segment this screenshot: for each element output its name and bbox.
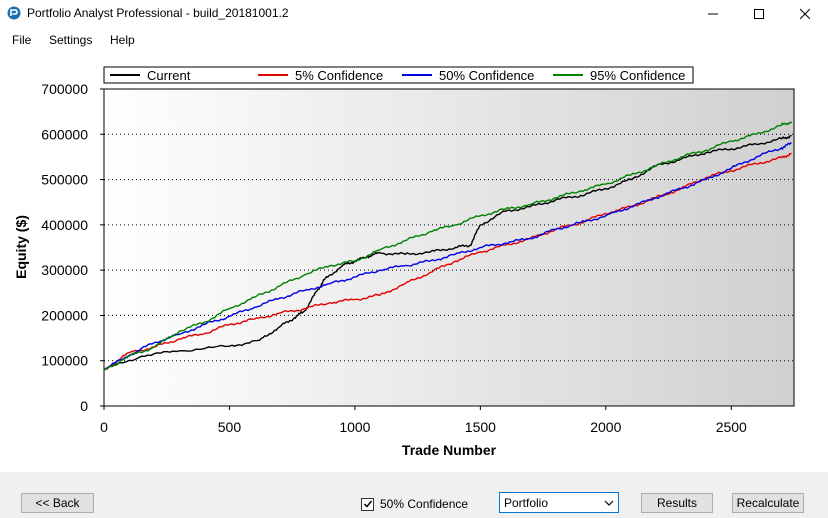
- y-tick-label: 200000: [41, 307, 88, 323]
- y-tick-label: 500000: [41, 172, 88, 188]
- results-button[interactable]: Results: [641, 493, 713, 513]
- minimize-button[interactable]: [690, 0, 736, 27]
- maximize-icon: [754, 8, 764, 19]
- y-tick-label: 0: [80, 398, 88, 414]
- y-tick-label: 400000: [41, 217, 88, 233]
- minimize-icon: [708, 13, 718, 14]
- y-tick-label: 300000: [41, 262, 88, 278]
- y-tick-label: 100000: [41, 353, 88, 369]
- portfolio-dropdown[interactable]: Portfolio: [499, 492, 619, 513]
- chevron-down-icon: [604, 500, 614, 506]
- maximize-button[interactable]: [736, 0, 782, 27]
- x-tick-label: 1000: [339, 419, 370, 435]
- title-bar: Portfolio Analyst Professional - build_2…: [0, 0, 828, 27]
- plot-area: [103, 88, 795, 407]
- menu-settings[interactable]: Settings: [49, 33, 92, 47]
- equity-chart: 0 100000 200000 300000 400000 500000 600000 700…: [13, 66, 795, 458]
- legend-label: 95% Confidence: [590, 68, 685, 83]
- recalculate-button[interactable]: Recalculate: [732, 493, 804, 513]
- confidence-label: 50% Confidence: [380, 497, 469, 511]
- legend-label: 5% Confidence: [295, 68, 383, 83]
- chart-panel: 0 100000 200000 300000 400000 500000 600000 700…: [0, 52, 828, 472]
- dropdown-value: Portfolio: [504, 496, 549, 510]
- close-button[interactable]: [782, 0, 828, 27]
- y-tick-label: 600000: [41, 126, 88, 142]
- menu-help[interactable]: Help: [110, 33, 135, 47]
- close-icon: [800, 8, 810, 19]
- x-tick-label: 2500: [716, 419, 747, 435]
- app-icon: [7, 6, 21, 20]
- check-icon: [363, 500, 372, 508]
- x-tick-label: 2000: [590, 419, 621, 435]
- legend-label: Current: [147, 68, 191, 83]
- x-tick-label: 500: [218, 419, 242, 435]
- back-button[interactable]: << Back: [21, 493, 94, 513]
- x-tick-label: 0: [100, 419, 108, 435]
- confidence-checkbox[interactable]: [361, 497, 374, 511]
- legend-label: 50% Confidence: [439, 68, 534, 83]
- y-tick-label: 700000: [41, 81, 88, 97]
- menu-file[interactable]: File: [12, 33, 31, 47]
- confidence-toggle[interactable]: 50% Confidence: [361, 496, 468, 512]
- x-axis-label: Trade Number: [402, 442, 497, 458]
- x-tick-label: 1500: [465, 419, 496, 435]
- window-title: Portfolio Analyst Professional - build_2…: [27, 6, 289, 20]
- y-axis-label: Equity ($): [13, 215, 29, 279]
- menu-bar: File Settings Help: [0, 27, 828, 52]
